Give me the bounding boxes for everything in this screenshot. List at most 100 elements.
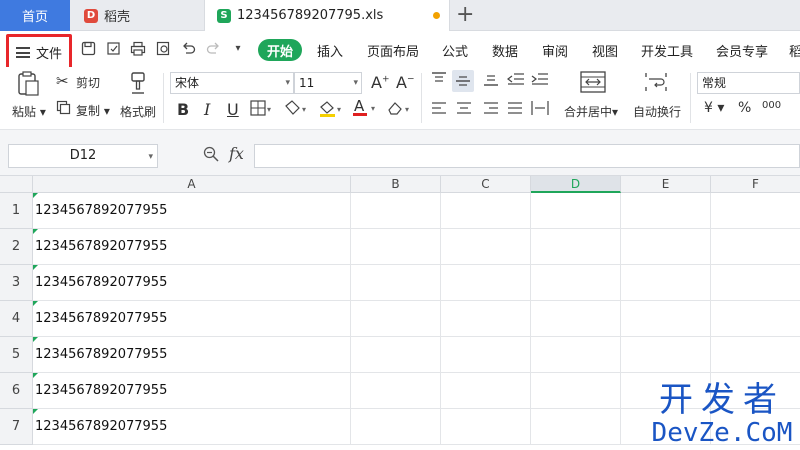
- cell-f[interactable]: [711, 265, 800, 301]
- format-painter-icon[interactable]: [128, 71, 148, 98]
- distributed-align-icon[interactable]: [531, 100, 549, 119]
- cell-e[interactable]: [621, 229, 711, 265]
- paste-button[interactable]: 粘贴 ▾: [12, 103, 46, 120]
- cell-d[interactable]: [531, 337, 621, 373]
- tab-spreadsheet-file[interactable]: S 123456789207795.xls: [204, 0, 450, 31]
- bold-icon[interactable]: B: [177, 100, 189, 119]
- cell-c[interactable]: [441, 193, 531, 229]
- customize-toolbar-icon[interactable]: ▾: [230, 41, 246, 57]
- column-header-e[interactable]: E: [621, 176, 711, 193]
- cell-c[interactable]: [441, 409, 531, 445]
- merge-center-icon[interactable]: [580, 71, 606, 96]
- cell-b[interactable]: [351, 373, 441, 409]
- menu-tab-member[interactable]: 会员专享: [716, 41, 768, 60]
- insert-function-icon[interactable]: fx: [229, 144, 244, 163]
- column-header-f[interactable]: F: [711, 176, 800, 193]
- cell-e[interactable]: [621, 193, 711, 229]
- cell-f[interactable]: [711, 337, 800, 373]
- file-menu-button[interactable]: 文件: [6, 34, 72, 70]
- tab-home[interactable]: 首页: [0, 0, 70, 31]
- italic-icon[interactable]: I: [204, 100, 210, 119]
- row-header[interactable]: 4: [0, 301, 33, 337]
- cut-icon[interactable]: ✂: [56, 73, 69, 89]
- paste-icon[interactable]: [16, 71, 40, 100]
- menu-tab-view[interactable]: 视图: [592, 41, 618, 60]
- menu-tab-data[interactable]: 数据: [492, 41, 518, 60]
- cell-c[interactable]: [441, 265, 531, 301]
- menu-tab-formulas[interactable]: 公式: [442, 41, 468, 60]
- wrap-text-icon[interactable]: [644, 71, 668, 96]
- align-middle-icon[interactable]: [455, 75, 471, 90]
- thousands-separator-button[interactable]: 000: [762, 100, 781, 111]
- print-preview-icon[interactable]: [155, 41, 171, 57]
- cell-d[interactable]: [531, 193, 621, 229]
- font-name-select[interactable]: 宋体 ▾: [170, 72, 294, 94]
- cell-b[interactable]: [351, 229, 441, 265]
- row-header[interactable]: 6: [0, 373, 33, 409]
- cell-c[interactable]: [441, 229, 531, 265]
- formula-input[interactable]: [254, 144, 800, 168]
- borders-icon[interactable]: ▾: [250, 100, 272, 119]
- cell-e[interactable]: [621, 301, 711, 337]
- percent-format-button[interactable]: %: [738, 100, 751, 116]
- cell-b[interactable]: [351, 193, 441, 229]
- number-format-select[interactable]: 常规: [697, 72, 800, 94]
- row-header[interactable]: 1: [0, 193, 33, 229]
- new-tab-button[interactable]: +: [456, 4, 474, 26]
- cell-b[interactable]: [351, 301, 441, 337]
- column-header-c[interactable]: C: [441, 176, 531, 193]
- row-header[interactable]: 7: [0, 409, 33, 445]
- menu-tab-daoke[interactable]: 稻: [789, 41, 800, 60]
- column-header-a[interactable]: A: [33, 176, 351, 193]
- cell-a[interactable]: 1234567892077955: [33, 229, 351, 265]
- cell-a[interactable]: 1234567892077955: [33, 265, 351, 301]
- name-box[interactable]: D12 ▾: [8, 144, 158, 168]
- zoom-search-icon[interactable]: [203, 146, 219, 166]
- decrease-indent-icon[interactable]: [507, 72, 525, 89]
- copy-button[interactable]: 复制 ▾: [76, 102, 110, 119]
- menu-tab-page-layout[interactable]: 页面布局: [367, 41, 419, 60]
- cell-a[interactable]: 1234567892077955: [33, 301, 351, 337]
- cell-f[interactable]: [711, 193, 800, 229]
- justify-icon[interactable]: [507, 101, 523, 118]
- align-center-icon[interactable]: [456, 101, 472, 118]
- export-icon[interactable]: [105, 41, 121, 57]
- cell-b[interactable]: [351, 409, 441, 445]
- cell-a[interactable]: 1234567892077955: [33, 193, 351, 229]
- column-header-d[interactable]: D: [531, 176, 621, 193]
- fill-pattern-icon[interactable]: ▾: [284, 100, 308, 119]
- cell-a[interactable]: 1234567892077955: [33, 373, 351, 409]
- merge-center-button[interactable]: 合并居中▾: [564, 103, 618, 120]
- cell-c[interactable]: [441, 373, 531, 409]
- cell-f[interactable]: [711, 229, 800, 265]
- fill-color-icon[interactable]: ▾: [318, 100, 344, 121]
- undo-icon[interactable]: [180, 41, 196, 57]
- increase-indent-icon[interactable]: [531, 72, 549, 89]
- align-right-icon[interactable]: [483, 101, 499, 118]
- align-left-icon[interactable]: [431, 101, 447, 118]
- cell-b[interactable]: [351, 337, 441, 373]
- cell-a[interactable]: 1234567892077955: [33, 409, 351, 445]
- cut-button[interactable]: 剪切: [76, 74, 100, 91]
- row-header[interactable]: 2: [0, 229, 33, 265]
- menu-tab-review[interactable]: 审阅: [542, 41, 568, 60]
- cell-d[interactable]: [531, 301, 621, 337]
- cell-d[interactable]: [531, 409, 621, 445]
- redo-icon[interactable]: [205, 41, 221, 57]
- select-all-corner[interactable]: [0, 176, 33, 193]
- menu-tab-insert[interactable]: 插入: [317, 41, 343, 60]
- cell-c[interactable]: [441, 337, 531, 373]
- currency-format-button[interactable]: ¥ ▾: [704, 100, 724, 116]
- copy-icon[interactable]: [56, 100, 71, 118]
- cell-e[interactable]: [621, 265, 711, 301]
- increase-font-size-icon[interactable]: A+: [371, 73, 390, 92]
- align-bottom-icon[interactable]: [483, 72, 499, 89]
- cell-b[interactable]: [351, 265, 441, 301]
- font-color-icon[interactable]: A ▾: [352, 97, 378, 121]
- tab-daoke[interactable]: D 稻壳: [74, 0, 202, 31]
- cell-d[interactable]: [531, 373, 621, 409]
- cell-d[interactable]: [531, 265, 621, 301]
- print-icon[interactable]: [130, 41, 146, 57]
- menu-tab-developer[interactable]: 开发工具: [641, 41, 693, 60]
- menu-tab-start[interactable]: 开始: [258, 39, 302, 61]
